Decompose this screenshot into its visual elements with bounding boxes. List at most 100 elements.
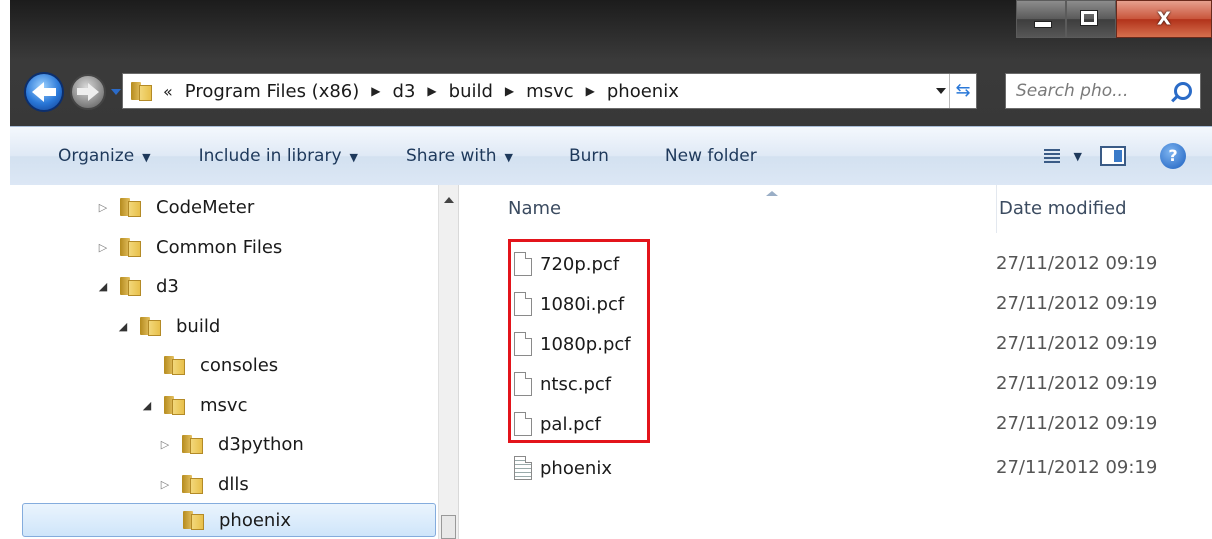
new-folder-button[interactable]: New folder: [655, 136, 767, 176]
tree-item-msvc[interactable]: ◢ msvc: [140, 388, 248, 422]
folder-icon: [120, 276, 142, 296]
scroll-up-icon[interactable]: [444, 197, 454, 203]
file-date: 27/11/2012 09:19: [996, 413, 1158, 434]
maximize-button[interactable]: [1066, 0, 1116, 38]
forward-button[interactable]: [70, 74, 106, 110]
file-date: 27/11/2012 09:19: [996, 293, 1158, 314]
chevron-down-icon: ▼: [142, 151, 151, 164]
share-label: Share with: [406, 146, 497, 166]
search-placeholder: Search pho...: [1016, 81, 1129, 101]
tree-item-phoenix[interactable]: phoenix: [22, 503, 436, 537]
column-header-date-modified[interactable]: Date modified: [996, 185, 1212, 233]
back-button[interactable]: [24, 72, 64, 112]
column-header-name[interactable]: Name: [508, 185, 984, 233]
command-bar: Organize ▼ Include in library ▼ Share with…: [10, 126, 1212, 186]
include-label: Include in library: [198, 146, 342, 166]
burn-label: Burn: [569, 146, 609, 166]
navigation-scrollbar[interactable]: [438, 185, 459, 539]
breadcrumb-program-files[interactable]: Program Files (x86): [185, 81, 360, 102]
organize-label: Organize: [58, 146, 135, 166]
tree-item-d3python[interactable]: ▷ d3python: [158, 427, 304, 461]
close-button[interactable]: X: [1116, 0, 1212, 38]
help-icon[interactable]: ?: [1160, 143, 1186, 169]
maximize-icon: [1080, 10, 1098, 26]
include-in-library-button[interactable]: Include in library ▼: [189, 136, 368, 176]
change-view-icon[interactable]: [1043, 149, 1060, 163]
tree-item-d3[interactable]: ◢ d3: [96, 269, 179, 303]
column-header-label: Name: [508, 198, 562, 219]
tree-item-common-files[interactable]: ▷ Common Files: [96, 230, 283, 264]
navigation-pane: ▷ CodeMeter ▷ Common Files ◢ d3 ◢ build: [10, 185, 459, 539]
expand-icon[interactable]: ▷: [158, 478, 172, 491]
breadcrumb-separator-icon[interactable]: ▶: [427, 84, 436, 98]
folder-icon: [131, 81, 153, 101]
breadcrumb-phoenix[interactable]: phoenix: [607, 81, 679, 102]
minimize-icon: [1034, 21, 1052, 28]
breadcrumb-build[interactable]: build: [449, 81, 493, 102]
tree-item-label: msvc: [200, 394, 248, 416]
navigation-row: « Program Files (x86) ▶ d3 ▶ build ▶ msv…: [10, 66, 1212, 116]
tree-item-build[interactable]: ◢ build: [116, 309, 221, 343]
address-bar[interactable]: « Program Files (x86) ▶ d3 ▶ build ▶ msv…: [122, 73, 977, 109]
minimize-button[interactable]: [1016, 0, 1066, 38]
tree-item-label: consoles: [200, 354, 279, 376]
breadcrumb-d3[interactable]: d3: [393, 81, 416, 102]
tree-item-label: phoenix: [219, 509, 291, 531]
command-bar-right: ▼ ?: [1043, 127, 1212, 185]
expand-icon[interactable]: ▷: [158, 438, 172, 451]
file-date: 27/11/2012 09:19: [996, 373, 1158, 394]
tree-item-label: dlls: [218, 473, 249, 495]
forward-arrow-icon: [88, 83, 99, 101]
chevron-down-icon[interactable]: ▼: [1074, 150, 1082, 163]
pane-divider[interactable]: [458, 185, 479, 539]
tree-item-label: CodeMeter: [156, 196, 255, 218]
tree-item-label: build: [176, 315, 221, 337]
burn-button[interactable]: Burn: [559, 136, 619, 176]
breadcrumb-separator-icon[interactable]: ▶: [505, 84, 514, 98]
organize-button[interactable]: Organize ▼: [48, 136, 161, 176]
collapse-icon[interactable]: ◢: [116, 320, 130, 333]
close-icon: X: [1157, 8, 1171, 30]
sort-ascending-icon: [766, 191, 778, 196]
file-name: phoenix: [540, 457, 612, 479]
search-input[interactable]: Search pho...: [1005, 73, 1201, 109]
collapse-icon[interactable]: ◢: [140, 399, 154, 412]
scroll-thumb[interactable]: [441, 515, 456, 539]
preview-pane-icon[interactable]: [1100, 146, 1126, 166]
tree-item-label: d3python: [218, 433, 304, 455]
file-date: 27/11/2012 09:19: [996, 253, 1158, 274]
expand-icon[interactable]: ▷: [96, 201, 110, 214]
tree-item-dlls[interactable]: ▷ dlls: [158, 467, 249, 501]
chevron-down-icon: ▼: [349, 151, 358, 164]
column-header-label: Date modified: [999, 198, 1127, 219]
tree-item-label: Common Files: [156, 236, 283, 258]
refresh-icon[interactable]: ⇆: [949, 74, 976, 108]
folder-icon: [183, 510, 205, 530]
file-list: Name Date modified 720p.pcf 27/11/2012 0…: [478, 185, 1212, 539]
file-date: 27/11/2012 09:19: [996, 457, 1158, 478]
search-icon[interactable]: [1174, 82, 1192, 100]
breadcrumb-separator-icon[interactable]: ▶: [371, 84, 380, 98]
folder-icon: [182, 474, 204, 494]
expand-icon[interactable]: ▷: [96, 241, 110, 254]
recent-pages-dropdown[interactable]: [111, 89, 121, 95]
breadcrumb-separator-icon[interactable]: ▶: [586, 84, 595, 98]
collapse-icon[interactable]: ◢: [96, 280, 110, 293]
explorer-window: X « Program Files (x86) ▶ d3 ▶ build ▶ m…: [10, 0, 1212, 539]
folder-icon: [120, 237, 142, 257]
tree-item-codemeter[interactable]: ▷ CodeMeter: [96, 190, 254, 224]
caption-buttons: X: [1016, 0, 1212, 46]
highlight-annotation: [508, 239, 650, 443]
breadcrumb-overflow[interactable]: «: [163, 82, 173, 101]
content-area: ▷ CodeMeter ▷ Common Files ◢ d3 ◢ build: [10, 185, 1212, 539]
file-row[interactable]: phoenix 27/11/2012 09:19: [478, 448, 1212, 488]
address-dropdown-icon[interactable]: [936, 88, 946, 94]
tree-item-label: d3: [156, 275, 179, 297]
breadcrumb-msvc[interactable]: msvc: [526, 81, 573, 102]
folder-icon: [120, 197, 142, 217]
share-with-button[interactable]: Share with ▼: [396, 136, 523, 176]
folder-icon: [164, 355, 186, 375]
folder-icon: [164, 395, 186, 415]
tree-item-consoles[interactable]: consoles: [140, 348, 278, 382]
new-folder-label: New folder: [664, 146, 757, 166]
